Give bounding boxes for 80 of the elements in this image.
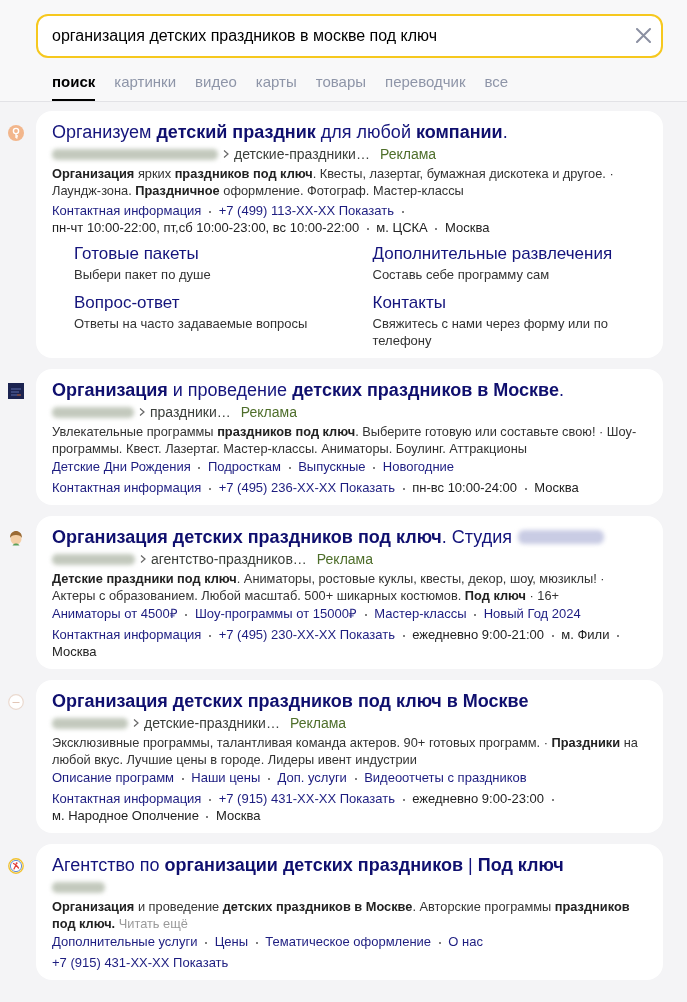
sitelink[interactable]: Наши цены [191,770,261,785]
ad-label: Реклама [240,403,297,421]
contact-info-link[interactable]: Контактная информация [52,627,202,642]
sitelink[interactable]: Детские Дни Рождения [52,459,191,474]
sitelink[interactable]: Доп. услуги [277,770,347,785]
sitelink[interactable]: Тематическое оформление [265,934,432,949]
clear-button[interactable] [636,28,651,43]
contact-info-link[interactable]: Контактная информация [52,203,202,218]
sitelink-title[interactable]: Вопрос-ответ [74,292,180,314]
result-snippet: Организация и проведение детских праздников в Москве. Авторские программы праздников под ключ. Читать ещё [52,898,631,932]
sitelink-description: Выбери пакет по душе [74,266,212,283]
search-field[interactable]: организация детских праздников в москве под ключ [36,14,663,58]
result-snippet: Эксклюзивные программы, талантливая команда актеров. 90+ готовых программ. · Праздники на любой вкус. Лучшие цены в городе. Лидеры ивент индустрии [52,734,639,768]
cartoon-character-icon [8,530,24,546]
sitelink-description: Свяжитесь с нами через форму или по телефону [372,315,609,349]
tab[interactable]: поиск [52,72,96,101]
sitelink-description: Составь себе программу сам [372,266,551,283]
ad-label: Реклама [379,145,437,163]
contact-detail: м. Фили [561,627,610,642]
ad-label: Реклама [316,550,373,568]
phone-number: +7 (499) 113-XX-XX [218,203,336,218]
contact-detail: Москва [445,220,490,235]
sitelink[interactable]: Шоу-программы от 15000₽ [194,606,357,621]
circle-logo-icon [8,694,24,710]
sitelink[interactable]: Дополнительные услуги [52,934,198,949]
sitelink[interactable]: Цены [214,934,249,949]
sitelink[interactable]: Выпускные [298,459,366,474]
phone-number: +7 (495) 230-XX-XX [218,627,337,642]
contact-info-link[interactable]: Контактная информация [52,791,202,806]
contact-detail: Москва [216,808,261,823]
show-phone-link[interactable]: Показать [338,203,394,218]
show-phone-link[interactable]: Показать [173,955,229,970]
result-title-link[interactable]: Организация детских праздников под ключ. Студия [52,527,512,547]
chevron-icon [140,555,146,563]
sitelink-description: Ответы на часто задаваемые вопросы [74,315,309,332]
result-snippet: Увлекательные программы праздников под ключ. Выберите готовую или составьте свою! · Шоу-программы. Квест. Лазертаг. Мастер-классы. Аниматоры. Боулинг. Аттракционы [52,423,638,457]
show-phone-link[interactable]: Показать [339,480,395,495]
chevron-icon [133,719,139,727]
sitelink[interactable]: Видеоотчеты с праздников [364,770,527,785]
breadcrumb-path-link[interactable]: детские-праздники… [144,714,280,732]
phone-number: +7 (915) 431-XX-XX [52,955,170,970]
show-phone-link[interactable]: Показать [339,627,395,642]
chevron-icon [223,150,229,158]
ring-logo-icon [8,858,24,874]
contact-info-link[interactable]: Контактная информация [52,480,202,495]
sitelink-title[interactable]: Контакты [372,292,446,314]
contact-detail: ежедневно 9:00-23:00 [412,791,545,806]
sitelink[interactable]: О нас [448,934,483,949]
contact-detail: Москва [52,644,97,659]
phone-number: +7 (495) 236-XX-XX [218,480,337,495]
result-title-link[interactable]: Агентство по организации детских праздников | Под ключ [52,855,564,875]
chevron-icon [139,408,145,416]
result-title-link[interactable]: Организуем детский праздник для любой компании. [52,122,508,142]
contact-detail: ежедневно 9:00-21:00 [412,627,545,642]
sitelink[interactable]: Новый Год 2024 [483,606,581,621]
phone-number: +7 (915) 431-XX-XX [218,791,337,806]
result-snippet: Детские праздники под ключ. Аниматоры, ростовые куклы, квесты, декор, шоу, мюзиклы! · Актеры с образованием. Любой масштаб. 500+ шикарных костюмов. Под ключ · 16+ [52,570,606,604]
dark-square-icon [8,383,24,399]
show-phone-link[interactable]: Показать [339,791,395,806]
contact-detail: пн-вс 10:00-24:00 [412,480,518,495]
contact-detail: м. Народное Ополчение [52,808,199,823]
result-snippet: Организация ярких праздников под ключ. Квесты, лазертаг, бумажная дискотека и другое. · Лаундж-зона. Праздничное оформление. Фотограф. Мастер-классы [52,165,615,199]
ad-label: Реклама [289,714,347,732]
breadcrumb-path-link[interactable]: агентство-праздников… [151,550,307,568]
contact-detail: м. ЦСКА [376,220,428,235]
sitelink[interactable]: Мастер-классы [374,606,467,621]
breadcrumb-path-link[interactable]: праздники… [150,403,231,421]
close-icon [636,28,651,43]
breadcrumb-path-link[interactable]: детские-праздники… [234,145,370,163]
sitelink[interactable]: Новогодние [382,459,455,474]
contact-detail: пн-чт 10:00-22:00, пт,сб 10:00-23:00, вс 10:00-22:00 [52,220,360,235]
sitelink[interactable]: Описание программ [52,770,174,785]
result-title-link[interactable]: Организация детских праздников под ключ в Москве [52,691,529,711]
sitelink-title[interactable]: Готовые пакеты [74,243,199,265]
coin-key-icon [8,125,24,141]
sitelink[interactable]: Аниматоры от 4500₽ [52,606,178,621]
contact-detail: Москва [534,480,579,495]
sitelink-title[interactable]: Дополнительные развлечения [372,243,613,265]
result-title-link[interactable]: Организация и проведение детских праздников в Москве. [52,380,564,400]
sitelink[interactable]: Подросткам [208,459,281,474]
